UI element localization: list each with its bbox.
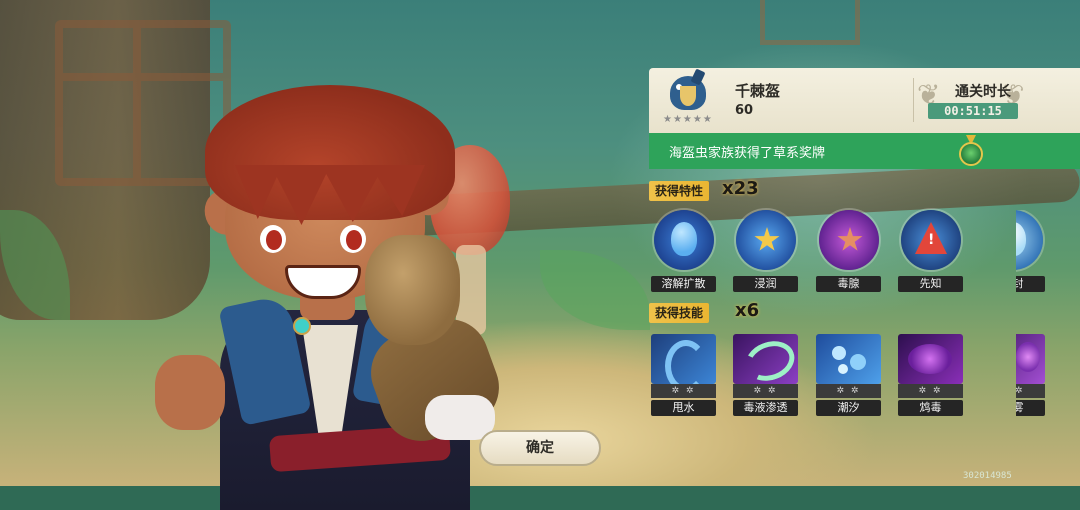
trait-label: 先知 (898, 276, 963, 292)
leaf (540, 250, 650, 330)
character-eye (260, 225, 286, 253)
skill-element-icons: ✲ ✲ (816, 384, 881, 398)
skill-item[interactable]: ✲ ✲ 甩水 (651, 334, 716, 416)
skills-title: 获得技能 (649, 303, 710, 323)
poison-mist-icon (1016, 334, 1045, 384)
boss-portrait-icon (663, 68, 713, 117)
skill-element-icons: ✲ ✲ (651, 384, 716, 398)
trait-label: 冰封 (1016, 276, 1045, 292)
trait-label: 毒腺 (816, 276, 881, 292)
character-glove (365, 235, 460, 345)
player-character (150, 55, 511, 510)
trait-item[interactable]: 浸润 (733, 210, 798, 292)
clear-time-value: 00:51:15 (928, 103, 1018, 119)
medal-text: 海盔虫家族获得了草系奖牌 (669, 146, 826, 161)
trait-item[interactable]: ! 先知 (898, 210, 963, 292)
pendant-gem (293, 317, 311, 335)
trait-label: 溶解扩散 (651, 276, 716, 292)
medal-banner: 海盔虫家族获得了草系奖牌 (649, 133, 1080, 169)
trait-item[interactable]: 溶解扩散 (651, 210, 716, 292)
divider (913, 78, 914, 122)
ice-icon (1016, 210, 1043, 270)
confirm-button[interactable]: 确定 (479, 430, 601, 466)
traits-count: x23 (722, 178, 759, 199)
build-id: 302014985 (963, 471, 1012, 481)
warning-triangle-icon: ! (901, 210, 961, 270)
poison-burst-icon (898, 334, 963, 384)
skill-label: 毒雾 (1016, 400, 1045, 416)
overflow-clip: 冰封 (1016, 210, 1080, 292)
result-card: ★★★★★ 千棘盔 60 ❦ ❦ 通关时长 00:51:15 (649, 68, 1080, 133)
skill-item[interactable]: ✲ ✲ 潮汐 (816, 334, 881, 416)
purple-star-icon (819, 210, 879, 270)
venom-seep-icon (733, 334, 798, 384)
boss-name: 千棘盔 (735, 82, 781, 100)
trait-item[interactable]: 毒腺 (816, 210, 881, 292)
skill-item[interactable]: ✲ ✲ 毒雾 (1016, 334, 1045, 416)
character-eye (340, 225, 366, 253)
hanging-crate (760, 0, 860, 45)
boss-level: 60 (735, 103, 754, 118)
skill-label: 毒液渗透 (733, 400, 798, 416)
water-whip-icon (651, 334, 716, 384)
skill-element-icons: ✲ ✲ (898, 384, 963, 398)
tide-icon (816, 334, 881, 384)
skill-element-icons: ✲ ✲ (733, 384, 798, 398)
grass-medal-icon (955, 135, 987, 167)
blue-star-swirl-icon (736, 210, 796, 270)
skill-item[interactable]: ✲ ✲ 毒液渗透 (733, 334, 798, 416)
skill-label: 潮汐 (816, 400, 881, 416)
trait-item[interactable]: 冰封 (1016, 210, 1045, 292)
overflow-clip: ✲ ✲ 毒雾 (1016, 334, 1080, 416)
blue-egg-icon (654, 210, 714, 270)
skill-item[interactable]: ✲ ✲ 鸩毒 (898, 334, 963, 416)
clear-time-label: 通关时长 (955, 84, 1011, 100)
character-fist (155, 355, 225, 430)
skill-label: 甩水 (651, 400, 716, 416)
skill-label: 鸩毒 (898, 400, 963, 416)
trait-label: 浸润 (733, 276, 798, 292)
skills-count: x6 (735, 300, 760, 321)
skill-element-icons: ✲ ✲ (1016, 384, 1045, 398)
traits-title: 获得特性 (649, 181, 710, 201)
character-hair (205, 85, 455, 220)
star-rating: ★★★★★ (663, 114, 713, 125)
